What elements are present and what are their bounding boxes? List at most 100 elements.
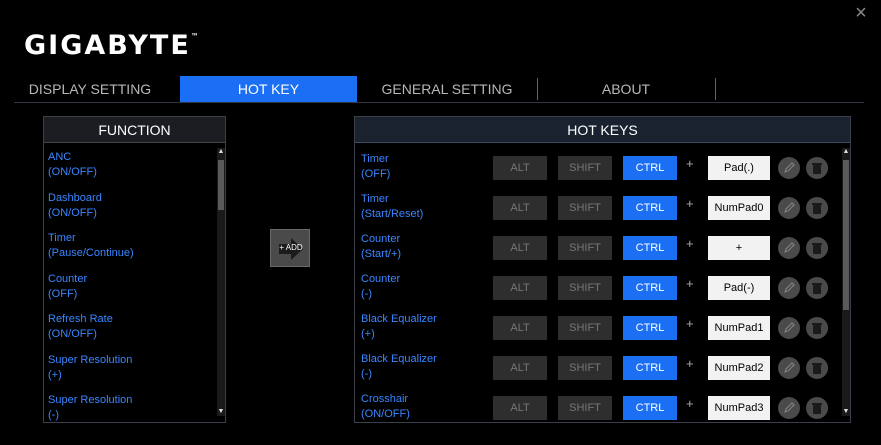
shift-key-toggle[interactable]: SHIFT <box>558 396 612 420</box>
ctrl-key-toggle[interactable]: CTRL <box>623 196 677 220</box>
hotkey-row: Counter (-) ALT SHIFT CTRL + Pad(-) <box>355 264 841 304</box>
hotkeys-scrollbar[interactable]: ▲ ▼ <box>842 148 850 416</box>
function-item-anc[interactable]: ANC (ON/OFF) <box>44 144 216 185</box>
function-item-label: Counter <box>48 272 88 285</box>
hotkey-row: Timer (Start/Reset) ALT SHIFT CTRL + NumP… <box>355 184 841 224</box>
function-item-sublabel: (ON/OFF) <box>48 166 97 178</box>
hotkey-function-label: Timer (OFF) <box>361 153 391 180</box>
edit-icon[interactable] <box>778 277 800 299</box>
hotkey-row: Counter (Start/+) ALT SHIFT CTRL + + <box>355 224 841 264</box>
tab-general-setting[interactable]: GENERAL SETTING <box>358 76 536 102</box>
tab-display-setting[interactable]: DISPLAY SETTING <box>14 76 166 102</box>
shift-key-toggle[interactable]: SHIFT <box>558 236 612 260</box>
alt-key-toggle[interactable]: ALT <box>493 196 547 220</box>
hotkey-key-field[interactable]: Pad(.) <box>708 156 770 180</box>
hotkeys-panel: HOT KEYS Timer (OFF) ALT SHIFT CTRL + Pad… <box>354 116 851 423</box>
scroll-down-icon[interactable]: ▼ <box>217 408 225 416</box>
trash-icon[interactable] <box>806 197 828 219</box>
hotkey-row: Black Equalizer (+) ALT SHIFT CTRL + NumP… <box>355 304 841 344</box>
scrollbar-thumb[interactable] <box>843 160 849 310</box>
ctrl-key-toggle[interactable]: CTRL <box>623 276 677 300</box>
hotkey-function-label: Counter (Start/+) <box>361 233 402 260</box>
function-item-sublabel: (ON/OFF) <box>48 328 97 340</box>
scrollbar-thumb[interactable] <box>218 160 224 210</box>
alt-key-toggle[interactable]: ALT <box>493 396 547 420</box>
alt-key-toggle[interactable]: ALT <box>493 276 547 300</box>
hotkey-row: Black Equalizer (-) ALT SHIFT CTRL + NumP… <box>355 344 841 384</box>
add-button[interactable]: + ADD <box>270 229 310 267</box>
edit-icon[interactable] <box>778 317 800 339</box>
function-item-sublabel: (ON/OFF) <box>48 206 97 219</box>
plus-sign: + <box>686 156 694 171</box>
hotkey-function-label: Black Equalizer (-) <box>361 353 437 380</box>
function-item-sublabel: (-) <box>48 409 59 421</box>
ctrl-key-toggle[interactable]: CTRL <box>623 356 677 380</box>
scroll-down-icon[interactable]: ▼ <box>842 408 850 416</box>
edit-icon[interactable] <box>778 197 800 219</box>
scroll-up-icon[interactable]: ▲ <box>842 148 850 156</box>
edit-icon[interactable] <box>778 237 800 259</box>
function-item-refresh-rate[interactable]: Refresh Rate (ON/OFF) <box>44 306 216 347</box>
trash-icon[interactable] <box>806 277 828 299</box>
close-icon[interactable]: × <box>852 3 870 23</box>
hotkeys-panel-title: HOT KEYS <box>355 117 850 143</box>
alt-key-toggle[interactable]: ALT <box>493 156 547 180</box>
shift-key-toggle[interactable]: SHIFT <box>558 356 612 380</box>
hotkey-function-label: Counter (-) <box>361 273 401 300</box>
ctrl-key-toggle[interactable]: CTRL <box>623 396 677 420</box>
function-scrollbar[interactable]: ▲ ▼ <box>217 148 225 416</box>
hotkey-key-field[interactable]: NumPad2 <box>708 356 770 380</box>
function-item-dashboard[interactable]: Dashboard (ON/OFF) <box>44 185 216 226</box>
trash-icon[interactable] <box>806 237 828 259</box>
shift-key-toggle[interactable]: SHIFT <box>558 196 612 220</box>
hotkeys-list: Timer (OFF) ALT SHIFT CTRL + Pad(.) Timer… <box>355 144 841 424</box>
edit-icon[interactable] <box>778 397 800 419</box>
trash-icon[interactable] <box>806 397 828 419</box>
alt-key-toggle[interactable]: ALT <box>493 236 547 260</box>
alt-key-toggle[interactable]: ALT <box>493 356 547 380</box>
plus-sign: + <box>686 356 694 371</box>
shift-key-toggle[interactable]: SHIFT <box>558 316 612 340</box>
ctrl-key-toggle[interactable]: CTRL <box>623 156 677 180</box>
function-panel-title: FUNCTION <box>44 117 225 143</box>
tab-about[interactable]: ABOUT <box>538 76 714 102</box>
function-item-label: Super Resolution <box>48 394 133 406</box>
trash-icon[interactable] <box>806 157 828 179</box>
scroll-up-icon[interactable]: ▲ <box>217 148 225 156</box>
function-item-label: Dashboard <box>48 191 102 204</box>
function-item-timer[interactable]: Timer (Pause/Continue) <box>44 225 216 266</box>
shift-key-toggle[interactable]: SHIFT <box>558 276 612 300</box>
function-item-sublabel: (+) <box>48 368 62 381</box>
tab-bar: DISPLAY SETTING HOT KEY GENERAL SETTING … <box>0 76 881 102</box>
trash-icon[interactable] <box>806 357 828 379</box>
hotkey-key-field[interactable]: Pad(-) <box>708 276 770 300</box>
function-item-super-resolution-minus[interactable]: Super Resolution (-) <box>44 387 216 428</box>
function-item-sublabel: (Pause/Continue) <box>48 247 134 259</box>
hotkey-key-field[interactable]: NumPad1 <box>708 316 770 340</box>
hotkey-function-label: Crosshair (ON/OFF) <box>361 393 410 420</box>
ctrl-key-toggle[interactable]: CTRL <box>623 316 677 340</box>
shift-key-toggle[interactable]: SHIFT <box>558 156 612 180</box>
trash-icon[interactable] <box>806 317 828 339</box>
function-item-label: Timer <box>48 232 76 244</box>
tab-hot-key[interactable]: HOT KEY <box>180 76 357 102</box>
alt-key-toggle[interactable]: ALT <box>493 316 547 340</box>
hotkey-row: Crosshair (ON/OFF) ALT SHIFT CTRL + NumPa… <box>355 384 841 424</box>
tab-underline <box>14 102 864 103</box>
function-item-super-resolution-plus[interactable]: Super Resolution (+) <box>44 347 216 388</box>
function-item-label: Super Resolution <box>48 353 133 366</box>
function-item-label: ANC <box>48 151 72 163</box>
plus-sign: + <box>686 236 694 251</box>
edit-icon[interactable] <box>778 157 800 179</box>
hotkey-key-field[interactable]: + <box>708 236 770 260</box>
hotkey-key-field[interactable]: NumPad0 <box>708 196 770 220</box>
function-item-counter[interactable]: Counter (OFF) <box>44 266 216 307</box>
hotkey-key-field[interactable]: NumPad3 <box>708 396 770 420</box>
edit-icon[interactable] <box>778 357 800 379</box>
add-button-label: + ADD <box>279 243 303 252</box>
plus-sign: + <box>686 276 694 291</box>
ctrl-key-toggle[interactable]: CTRL <box>623 236 677 260</box>
function-item-sublabel: (OFF) <box>48 287 78 300</box>
gigabyte-logo: GIGABYTE™ <box>24 30 199 61</box>
hotkey-row: Timer (OFF) ALT SHIFT CTRL + Pad(.) <box>355 144 841 184</box>
